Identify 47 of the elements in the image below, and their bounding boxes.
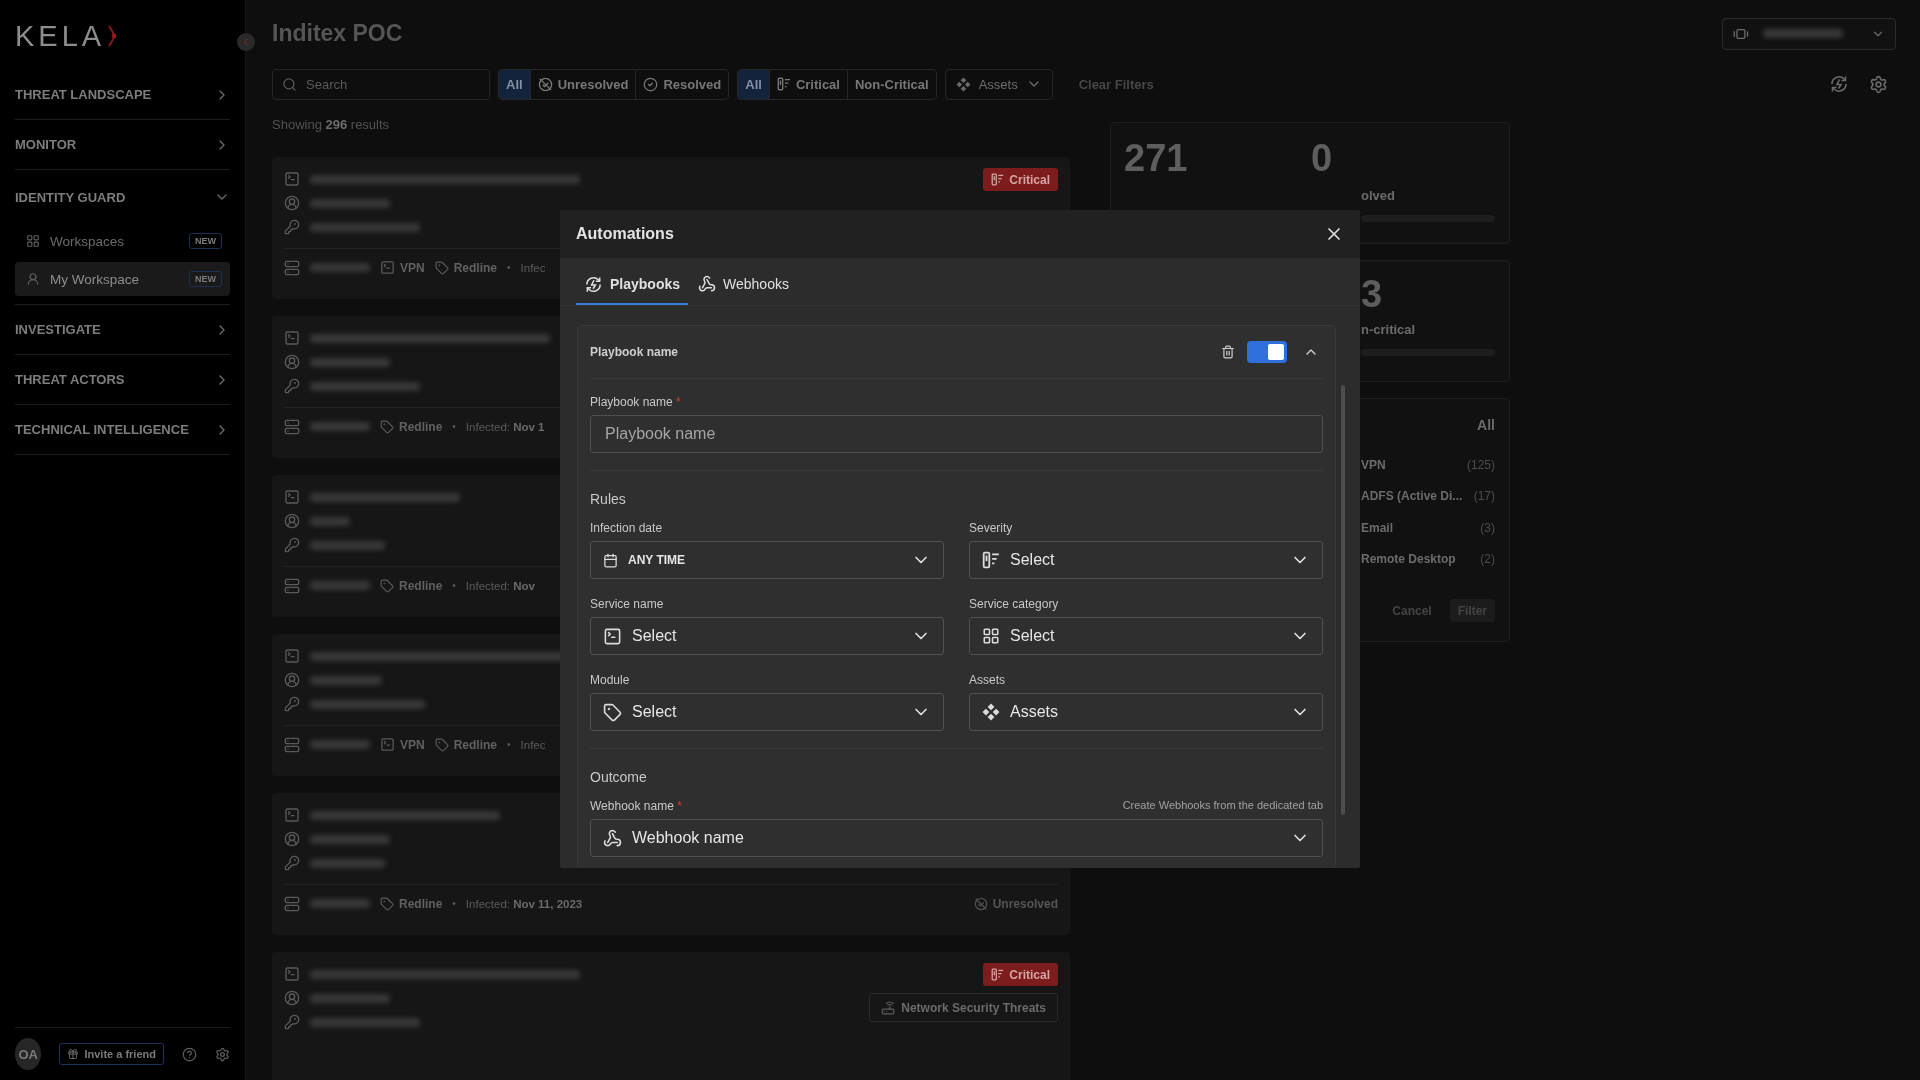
service-count: (2) xyxy=(1480,552,1495,567)
service-count: (125) xyxy=(1467,457,1495,472)
field-label: Assets xyxy=(969,673,1006,687)
infection-date: Infected: Nov 11, 2023 xyxy=(465,897,583,910)
service-count: (3) xyxy=(1480,520,1495,535)
service-count: (17) xyxy=(1473,489,1495,504)
stat-label: n-critical xyxy=(1361,322,1417,337)
field-label: Module xyxy=(590,673,631,687)
service-tag: VPN xyxy=(380,260,425,275)
category-tag: Network Security Threats xyxy=(869,993,1058,1022)
field-label: Service name xyxy=(590,597,665,611)
new-badge: NEW xyxy=(189,271,222,287)
separator-dot: • xyxy=(452,580,456,591)
stat-value: 0 xyxy=(1311,137,1334,180)
stat-label: olved xyxy=(1361,188,1396,203)
field-label: Severity xyxy=(969,521,1014,535)
separator-dot: • xyxy=(507,739,511,750)
page-title: Inditex POC xyxy=(272,20,403,47)
separator-dot: • xyxy=(507,262,511,273)
status-label: Unresolved xyxy=(973,896,1058,911)
section-title: Rules xyxy=(590,490,627,509)
new-badge: NEW xyxy=(189,233,222,249)
stat-value: 3 xyxy=(1361,273,1384,316)
separator-dot: • xyxy=(452,421,456,432)
module-tag: Redline xyxy=(380,419,443,434)
stat-value: 271 xyxy=(1124,137,1189,180)
severity-badge: Critical xyxy=(983,963,1058,986)
field-label: Webhook name * xyxy=(590,799,682,813)
playbook-title: Playbook name xyxy=(590,345,680,359)
module-tag: Redline xyxy=(434,737,498,752)
module-tag: Redline xyxy=(380,578,443,593)
field-label: Playbook name * xyxy=(590,395,682,409)
field-label: Infection date xyxy=(590,521,664,535)
infection-date: Infected: Nov 1 xyxy=(465,420,545,433)
dialog-title: Automations xyxy=(576,225,674,243)
service-tag: VPN xyxy=(380,737,425,752)
module-tag: Redline xyxy=(434,260,498,275)
separator-dot: • xyxy=(452,898,456,909)
infection-date: Infec xyxy=(520,738,546,751)
section-title: Outcome xyxy=(590,768,648,787)
infection-date: Infec xyxy=(520,261,546,274)
results-count: Showing 296 results xyxy=(272,116,391,134)
hint-text: Create Webhooks from the dedicated tab xyxy=(1122,799,1323,811)
field-label: Service category xyxy=(969,597,1060,611)
infection-date: Infected: Nov xyxy=(465,579,535,592)
severity-badge: Critical xyxy=(983,168,1058,191)
module-tag: Redline xyxy=(380,896,443,911)
